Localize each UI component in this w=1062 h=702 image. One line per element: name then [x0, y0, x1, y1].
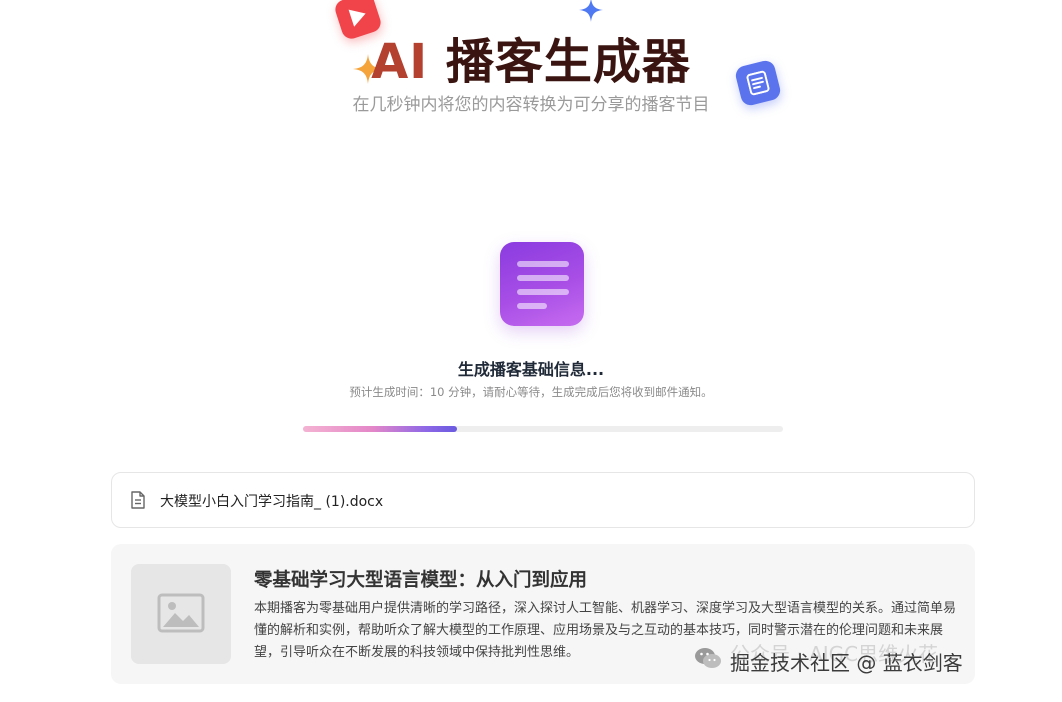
episode-title: 零基础学习大型语言模型：从入门到应用 [254, 570, 588, 591]
wechat-icon [694, 646, 722, 674]
progress-bar [303, 426, 783, 432]
title-rest: 播客生成器 [445, 34, 691, 90]
page-title: AI 播客生成器 [0, 22, 1062, 92]
page-subtitle: 在几秒钟内将您的内容转换为可分享的播客节目 [352, 95, 710, 115]
image-placeholder-icon [157, 593, 205, 633]
uploaded-file-card[interactable]: 大模型小白入门学习指南_ (1).docx [111, 472, 975, 528]
watermark-text: 掘金技术社区 @ 蓝衣剑客 [730, 651, 963, 675]
episode-thumbnail [131, 564, 231, 664]
watermark: 公众号 · AIGC思维火花 掘金技术社区 @ 蓝衣剑客 [694, 640, 1054, 680]
status-title: 生成播客基础信息... [457, 360, 605, 379]
status-note: 预计生成时间：10 分钟，请耐心等待，生成完成后您将收到邮件通知。 [349, 385, 713, 399]
hero-header: AI 播客生成器 在几秒钟内将您的内容转换为可分享的播客节目 [0, 0, 1062, 130]
progress-fill [303, 426, 457, 432]
document-icon [500, 242, 584, 326]
file-name: 大模型小白入门学习指南_ (1).docx [160, 494, 384, 510]
file-icon [130, 491, 146, 513]
title-ai: AI [371, 34, 429, 90]
